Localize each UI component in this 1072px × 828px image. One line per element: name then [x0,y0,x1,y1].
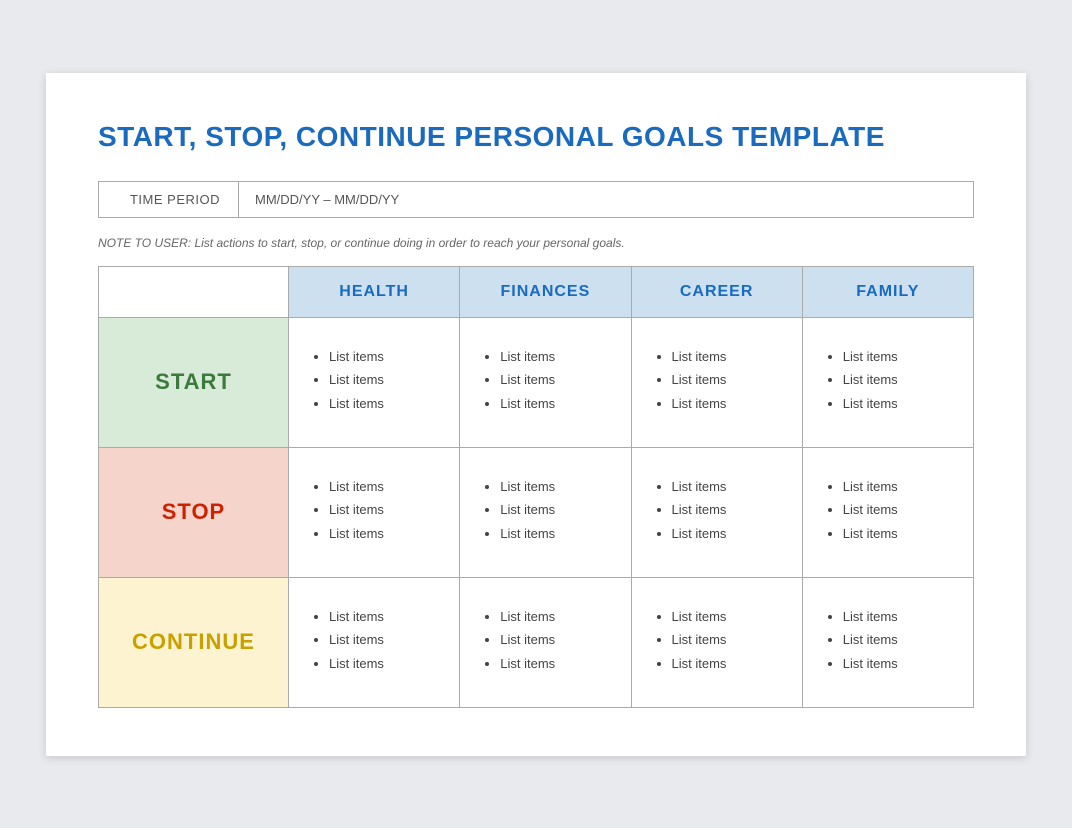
table-row-stop: STOP List items List items List items Li… [99,447,974,577]
list-item: List items [843,524,953,544]
list-item: List items [843,630,953,650]
goals-table: HEALTH FINANCES CAREER FAMILY START List… [98,266,974,708]
time-period-value[interactable]: MM/DD/YY – MM/DD/YY [239,182,973,217]
list-item: List items [500,370,610,390]
list-item: List items [500,500,610,520]
table-row-start: START List items List items List items L… [99,317,974,447]
list-item: List items [500,477,610,497]
time-period-row: TIME PERIOD MM/DD/YY – MM/DD/YY [98,181,974,218]
cell-start-career[interactable]: List items List items List items [631,317,802,447]
page-title: START, STOP, CONTINUE PERSONAL GOALS TEM… [98,121,974,153]
cell-continue-career[interactable]: List items List items List items [631,577,802,707]
list-item: List items [500,394,610,414]
list-item: List items [500,654,610,674]
cell-stop-finances[interactable]: List items List items List items [460,447,631,577]
note-text: NOTE TO USER: List actions to start, sto… [98,236,974,250]
list-item: List items [672,607,782,627]
list-item: List items [500,524,610,544]
list-item: List items [329,477,439,497]
list-item: List items [500,347,610,367]
page: START, STOP, CONTINUE PERSONAL GOALS TEM… [46,73,1026,756]
list-item: List items [672,524,782,544]
header-family: FAMILY [802,266,973,317]
time-period-label: TIME PERIOD [99,182,239,217]
list-item: List items [843,607,953,627]
cell-start-health[interactable]: List items List items List items [289,317,460,447]
list-item: List items [843,654,953,674]
list-item: List items [329,347,439,367]
header-empty [99,266,289,317]
header-finances: FINANCES [460,266,631,317]
list-item: List items [672,630,782,650]
cell-stop-family[interactable]: List items List items List items [802,447,973,577]
cell-start-family[interactable]: List items List items List items [802,317,973,447]
cell-continue-health[interactable]: List items List items List items [289,577,460,707]
list-item: List items [672,500,782,520]
list-item: List items [329,394,439,414]
list-item: List items [329,654,439,674]
header-health: HEALTH [289,266,460,317]
list-item: List items [500,630,610,650]
list-item: List items [329,607,439,627]
list-item: List items [843,394,953,414]
list-item: List items [329,524,439,544]
list-item: List items [672,394,782,414]
list-item: List items [329,630,439,650]
list-item: List items [329,370,439,390]
table-row-continue: CONTINUE List items List items List item… [99,577,974,707]
cell-start-finances[interactable]: List items List items List items [460,317,631,447]
list-item: List items [843,477,953,497]
list-item: List items [672,477,782,497]
list-item: List items [672,370,782,390]
list-item: List items [672,654,782,674]
list-item: List items [672,347,782,367]
cell-stop-health[interactable]: List items List items List items [289,447,460,577]
list-item: List items [843,370,953,390]
list-item: List items [500,607,610,627]
cell-continue-finances[interactable]: List items List items List items [460,577,631,707]
header-career: CAREER [631,266,802,317]
list-item: List items [843,347,953,367]
row-label-start: START [99,317,289,447]
cell-continue-family[interactable]: List items List items List items [802,577,973,707]
cell-stop-career[interactable]: List items List items List items [631,447,802,577]
list-item: List items [843,500,953,520]
row-label-stop: STOP [99,447,289,577]
list-item: List items [329,500,439,520]
row-label-continue: CONTINUE [99,577,289,707]
